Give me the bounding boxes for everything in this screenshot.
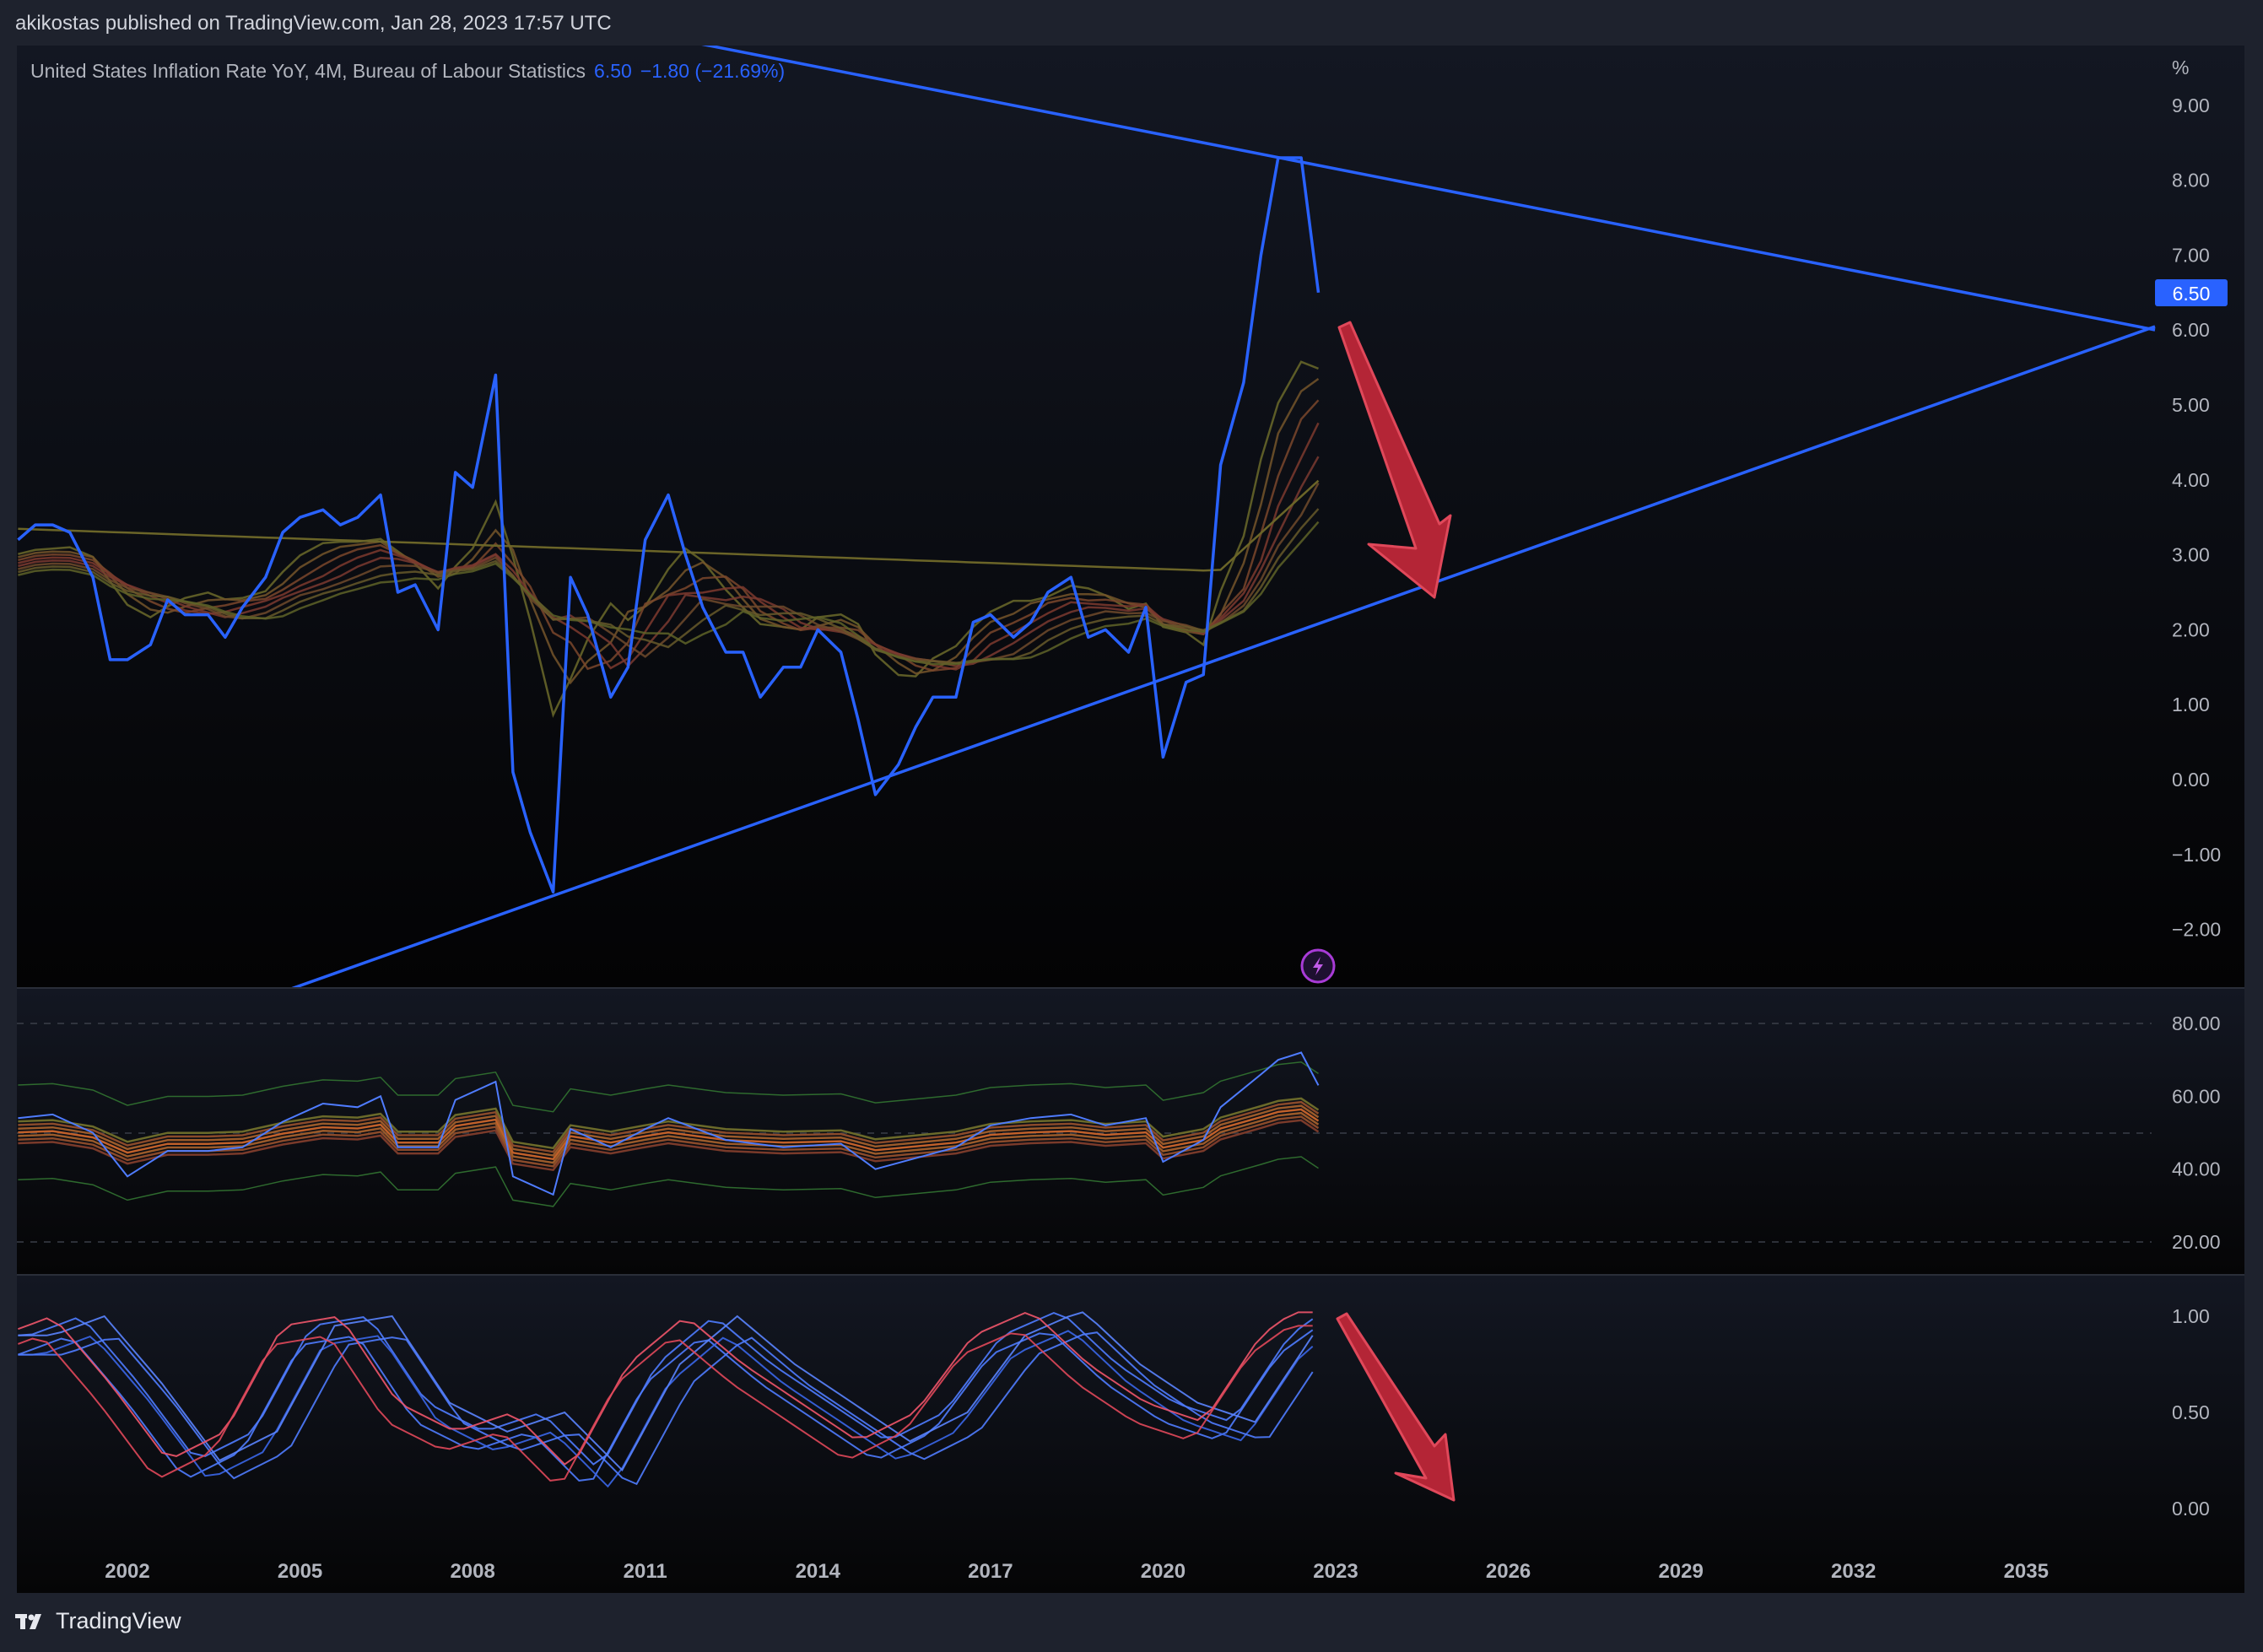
x-tick-label: 2017 — [968, 1560, 1013, 1583]
tradingview-logo-icon[interactable] — [15, 1612, 47, 1631]
x-tick-label: 2002 — [105, 1560, 149, 1583]
tradingview-snapshot: akikostas published on TradingView.com, … — [0, 0, 2263, 1652]
main-pane-background — [17, 46, 2244, 987]
y-tick-label: 40.00 — [2172, 1158, 2221, 1180]
footer-brand[interactable]: TradingView — [56, 1608, 181, 1634]
x-tick-label: 2011 — [624, 1560, 667, 1583]
chart-canvas[interactable]: 6.50 % 9.00 8.00 7.00 6.00 5.00 4.00 3.00 2.00 1… — [0, 0, 2263, 1652]
series-legend[interactable]: United States Inflation Rate YoY, 4M, Bu… — [30, 60, 785, 83]
x-tick-label: 2014 — [796, 1560, 841, 1583]
y-tick-label: 0.00 — [2172, 1498, 2210, 1520]
legend-value: 6.50 — [594, 60, 632, 82]
x-tick-label: 2023 — [1313, 1560, 1358, 1583]
y-tick-label: 0.00 — [2172, 769, 2210, 791]
price-axis-unit: % — [2172, 57, 2189, 78]
last-value-label: 6.50 — [2173, 283, 2211, 305]
y-tick-label: 4.00 — [2172, 469, 2210, 491]
y-tick-label: 80.00 — [2172, 1012, 2221, 1034]
y-tick-label: 3.00 — [2172, 544, 2210, 566]
y-tick-label: 9.00 — [2172, 94, 2210, 116]
x-tick-label: 2035 — [2004, 1560, 2049, 1583]
x-tick-label: 2032 — [1831, 1560, 1876, 1583]
x-tick-label: 2005 — [278, 1560, 322, 1583]
y-tick-label: 7.00 — [2172, 244, 2210, 266]
x-tick-label: 2008 — [450, 1560, 494, 1583]
x-tick-label: 2029 — [1658, 1560, 1703, 1583]
footer: TradingView — [15, 1608, 181, 1634]
y-tick-label: 6.00 — [2172, 319, 2210, 341]
y-tick-label: 0.50 — [2172, 1401, 2210, 1423]
x-tick-label: 2026 — [1486, 1560, 1531, 1583]
x-tick-label: 2020 — [1141, 1560, 1186, 1583]
lightning-icon[interactable] — [1300, 948, 1336, 984]
y-tick-label: 2.00 — [2172, 618, 2210, 640]
y-tick-label: 20.00 — [2172, 1231, 2221, 1253]
y-tick-label: 1.00 — [2172, 694, 2210, 715]
legend-change: −1.80 (−21.69%) — [640, 60, 786, 82]
y-tick-label: 8.00 — [2172, 170, 2210, 192]
y-tick-label: 60.00 — [2172, 1085, 2221, 1107]
y-tick-label: 5.00 — [2172, 394, 2210, 416]
y-tick-label: −1.00 — [2172, 844, 2221, 866]
legend-symbol: United States Inflation Rate YoY, 4M, Bu… — [30, 60, 586, 82]
y-tick-label: −2.00 — [2172, 919, 2221, 941]
y-tick-label: 1.00 — [2172, 1305, 2210, 1327]
